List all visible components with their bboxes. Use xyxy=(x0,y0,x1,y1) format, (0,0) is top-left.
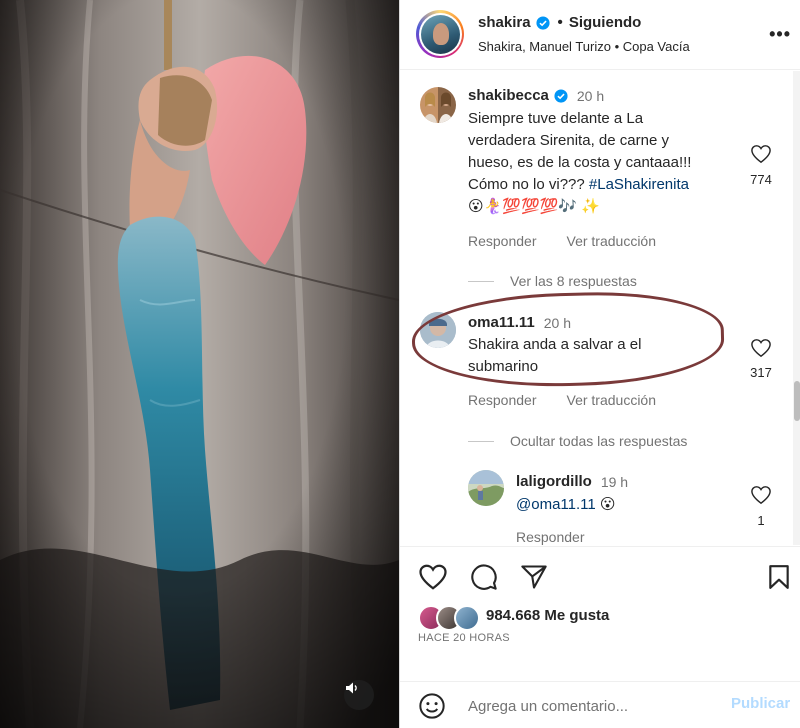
comment-line: verdadera Sirenita, de carne y xyxy=(468,132,669,149)
more-options-button[interactable]: ••• xyxy=(769,24,791,45)
separator-dot: • xyxy=(557,14,563,31)
mention-link[interactable]: @oma11.11 xyxy=(516,496,596,513)
emoji-icon[interactable] xyxy=(418,692,446,720)
post-timestamp[interactable]: HACE 20 HORAS xyxy=(418,632,510,644)
save-bookmark-icon[interactable] xyxy=(767,564,791,590)
see-translation-button[interactable]: Ver traducción xyxy=(567,233,657,249)
liked-by-avatars[interactable] xyxy=(418,605,482,631)
hide-replies-button[interactable]: Ocultar todas las respuestas xyxy=(468,433,687,449)
comment-emojis: 😮🧜‍♀️💯💯💯🎶 ✨ xyxy=(468,198,600,215)
comment-like-icon[interactable] xyxy=(750,338,772,358)
avatar[interactable] xyxy=(420,312,456,348)
likes-count[interactable]: 984.668 Me gusta xyxy=(486,607,609,624)
reply-button[interactable]: Responder xyxy=(468,233,537,249)
verified-badge-icon xyxy=(554,88,568,103)
add-comment-bar: Publicar xyxy=(400,681,800,728)
post-media[interactable] xyxy=(0,0,399,728)
mermaid-photo xyxy=(0,0,399,728)
audio-label[interactable]: Shakira, Manuel Turizo • Copa Vacía xyxy=(478,39,690,54)
avatar xyxy=(454,605,480,631)
comments-list[interactable]: shakibecca 20 h Siempre tuve delante a L… xyxy=(400,71,792,545)
comment-line: Siempre tuve delante a La xyxy=(468,110,644,127)
hashtag-link[interactable]: #LaShakirenita xyxy=(589,176,689,193)
comment-line: submarino xyxy=(468,358,539,375)
comment-time[interactable]: 19 h xyxy=(601,474,628,490)
reply-button[interactable]: Responder xyxy=(468,392,537,408)
comment-like-icon[interactable] xyxy=(750,485,772,505)
comment-username[interactable]: laligordillo xyxy=(516,473,592,490)
view-replies-label: Ver las 8 respuestas xyxy=(510,273,637,289)
comment-username[interactable]: shakibecca xyxy=(468,87,549,104)
hide-replies-label: Ocultar todas las respuestas xyxy=(510,433,688,449)
reply-button[interactable]: Responder xyxy=(516,529,585,545)
comment-icon[interactable] xyxy=(470,563,498,591)
avatar[interactable] xyxy=(468,470,504,506)
avatar[interactable] xyxy=(420,87,456,123)
comment-line: Cómo no lo vi??? xyxy=(468,176,585,193)
post-panel: shakira • Siguiendo Shakira, Manuel Turi… xyxy=(399,0,800,728)
view-replies-button[interactable]: Ver las 8 respuestas xyxy=(468,273,637,289)
comment-like-count: 1 xyxy=(757,513,765,528)
comment-emoji: 😮 xyxy=(599,496,616,513)
avatar[interactable] xyxy=(420,14,460,54)
share-icon[interactable] xyxy=(520,563,548,591)
comment-like-count: 774 xyxy=(750,172,772,187)
like-icon[interactable] xyxy=(418,563,448,591)
comments-scrollbar[interactable] xyxy=(793,71,800,545)
post-actions: 984.668 Me gusta HACE 20 HORAS Publicar xyxy=(400,546,800,728)
comment-like-icon[interactable] xyxy=(750,144,772,164)
post-author[interactable]: shakira xyxy=(478,14,531,31)
comment-text: Shakira anda a salvar a el submarino xyxy=(468,334,728,378)
comment-time[interactable]: 20 h xyxy=(544,315,571,331)
scrollbar-thumb[interactable] xyxy=(794,381,800,421)
mute-button[interactable] xyxy=(344,680,374,710)
following-button[interactable]: Siguiendo xyxy=(569,14,642,31)
story-ring[interactable] xyxy=(416,10,464,58)
verified-badge-icon xyxy=(535,15,550,30)
comment-line: hueso, es de la costa y cantaaa!!! xyxy=(468,154,692,171)
post-header: shakira • Siguiendo Shakira, Manuel Turi… xyxy=(400,0,800,70)
comment-username[interactable]: oma11.11 xyxy=(468,314,535,331)
see-translation-button[interactable]: Ver traducción xyxy=(567,392,657,408)
comment-line: Shakira anda a salvar a el xyxy=(468,336,642,353)
comment-text: @oma11.11 😮 xyxy=(516,494,716,516)
speaker-icon xyxy=(346,682,357,694)
comment-time[interactable]: 20 h xyxy=(577,88,604,104)
comment-text: Siempre tuve delante a La verdadera Sire… xyxy=(468,108,738,218)
comment-like-count: 317 xyxy=(750,365,772,380)
comment-input[interactable] xyxy=(468,693,723,719)
publish-button[interactable]: Publicar xyxy=(731,695,790,712)
